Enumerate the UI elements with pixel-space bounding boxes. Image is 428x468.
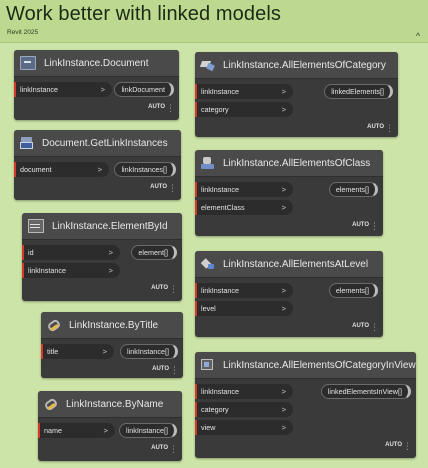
node-menu-icon[interactable]: ⋮ (170, 364, 179, 376)
table-icon (28, 219, 44, 233)
node-title: LinkInstance.Document (44, 57, 149, 69)
input-port-name[interactable]: name > (38, 423, 115, 438)
output-port-linkinstance[interactable]: linkInstance[] (120, 344, 178, 359)
node-menu-icon[interactable]: ⋮ (166, 102, 175, 114)
output-port-linkdocument[interactable]: linkDocument (114, 82, 174, 97)
node-menu-icon[interactable]: ⋮ (169, 443, 178, 455)
input-port-id[interactable]: id > (22, 245, 120, 260)
lacing-label[interactable]: AUTO (385, 442, 402, 448)
class-icon (201, 157, 215, 169)
document-icon (20, 56, 36, 70)
node-linkinstance-byname[interactable]: LinkInstance.ByName name > linkInstance[]… (38, 391, 182, 461)
node-header[interactable]: LinkInstance.AllElementsOfCategoryInView (195, 352, 416, 379)
input-port-linkinstance[interactable]: linkInstance > (195, 84, 293, 99)
node-title: LinkInstance.ByTitle (69, 319, 159, 331)
node-header[interactable]: LinkInstance.ByName (38, 391, 182, 418)
input-port-level[interactable]: level > (195, 301, 293, 316)
input-port-linkinstance[interactable]: linkInstance > (22, 263, 120, 278)
output-port-linkinstance[interactable]: linkInstance[] (119, 423, 177, 438)
lacing-label[interactable]: AUTO (150, 184, 167, 190)
node-title: LinkInstance.ElementById (52, 220, 168, 232)
node-header[interactable]: Document.GetLinkInstances (14, 130, 181, 157)
input-port-elementclass[interactable]: elementClass > (195, 200, 293, 215)
input-port-title[interactable]: title > (41, 344, 114, 359)
node-title: LinkInstance.AllElementsOfCategory (223, 59, 386, 71)
input-port-linkinstance[interactable]: linkInstance > (195, 283, 293, 298)
output-port-elements[interactable]: elements[] (328, 182, 378, 197)
node-menu-icon[interactable]: ⋮ (169, 283, 178, 295)
input-port-linkinstance[interactable]: linkInstance > (195, 384, 293, 399)
node-title: LinkInstance.AllElementsOfClass (223, 157, 371, 169)
node-title: Document.GetLinkInstances (42, 137, 168, 149)
collapse-icon[interactable]: ^ (412, 31, 424, 41)
node-title: LinkInstance.AllElementsOfCategoryInView (223, 359, 416, 371)
output-port-linkinstances[interactable]: linkInstances[] (114, 162, 176, 177)
output-port-linkedelementsinview[interactable]: linkedElementsInView[] (320, 384, 411, 399)
node-menu-icon[interactable]: ⋮ (168, 182, 177, 194)
output-port-element[interactable]: element[] (131, 245, 177, 260)
node-header[interactable]: LinkInstance.ElementById (22, 213, 182, 240)
lacing-label[interactable]: AUTO (352, 222, 369, 228)
lacing-label[interactable]: AUTO (152, 366, 169, 372)
node-header[interactable]: LinkInstance.AllElementsOfClass (195, 150, 383, 177)
node-menu-icon[interactable]: ⋮ (403, 440, 412, 452)
node-linkinstance-allelementsatlevel[interactable]: LinkInstance.AllElementsAtLevel linkInst… (195, 251, 383, 337)
node-linkinstance-document[interactable]: LinkInstance.Document linkInstance > link… (14, 50, 179, 120)
node-linkinstance-elementbyid[interactable]: LinkInstance.ElementById id > element[] l… (22, 213, 182, 301)
node-header[interactable]: LinkInstance.ByTitle (41, 312, 183, 339)
input-port-document[interactable]: document > (14, 162, 109, 177)
input-port-category[interactable]: category > (195, 102, 293, 117)
port-row: linkInstance > linkDocument (14, 81, 179, 99)
group-subtitle: Revit 2025 (7, 29, 39, 36)
lacing-label[interactable]: AUTO (151, 445, 168, 451)
link-icon (44, 398, 58, 410)
node-header[interactable]: LinkInstance.AllElementsAtLevel (195, 251, 383, 278)
input-port-view[interactable]: view > (195, 420, 293, 435)
group-title: Work better with linked models (6, 3, 281, 25)
group-header[interactable]: Work better with linked models Revit 202… (0, 0, 428, 43)
input-port-linkinstance[interactable]: linkInstance > (14, 82, 112, 97)
node-linkinstance-allelementsofcategory[interactable]: LinkInstance.AllElementsOfCategory linkI… (195, 52, 398, 137)
node-header[interactable]: LinkInstance.AllElementsOfCategory (195, 52, 398, 79)
node-linkinstance-allelementsofclass[interactable]: LinkInstance.AllElementsOfClass linkInst… (195, 150, 383, 236)
node-title: LinkInstance.AllElementsAtLevel (223, 258, 369, 270)
lacing-label[interactable]: AUTO (148, 104, 165, 110)
lacing-label[interactable]: AUTO (367, 124, 384, 130)
revit-document-icon (20, 137, 34, 149)
output-port-linkedelements[interactable]: linkedElements[] (324, 84, 393, 99)
level-icon (201, 258, 215, 270)
node-menu-icon[interactable]: ⋮ (370, 321, 379, 333)
link-icon (47, 319, 61, 331)
input-port-linkinstance[interactable]: linkInstance > (195, 182, 293, 197)
node-header[interactable]: LinkInstance.Document (14, 50, 179, 77)
output-port-elements[interactable]: elements[] (328, 283, 378, 298)
node-linkinstance-allelementsofcategoryinview[interactable]: LinkInstance.AllElementsOfCategoryInView… (195, 352, 416, 458)
category-icon (201, 59, 215, 71)
node-linkinstance-bytitle[interactable]: LinkInstance.ByTitle title > linkInstance… (41, 312, 183, 378)
view-icon (201, 359, 215, 371)
node-title: LinkInstance.ByName (66, 398, 164, 410)
input-port-category[interactable]: category > (195, 402, 293, 417)
lacing-label[interactable]: AUTO (352, 323, 369, 329)
node-document-getlinkinstances[interactable]: Document.GetLinkInstances document > link… (14, 130, 181, 200)
node-menu-icon[interactable]: ⋮ (385, 122, 394, 134)
node-menu-icon[interactable]: ⋮ (370, 220, 379, 232)
lacing-label[interactable]: AUTO (151, 285, 168, 291)
